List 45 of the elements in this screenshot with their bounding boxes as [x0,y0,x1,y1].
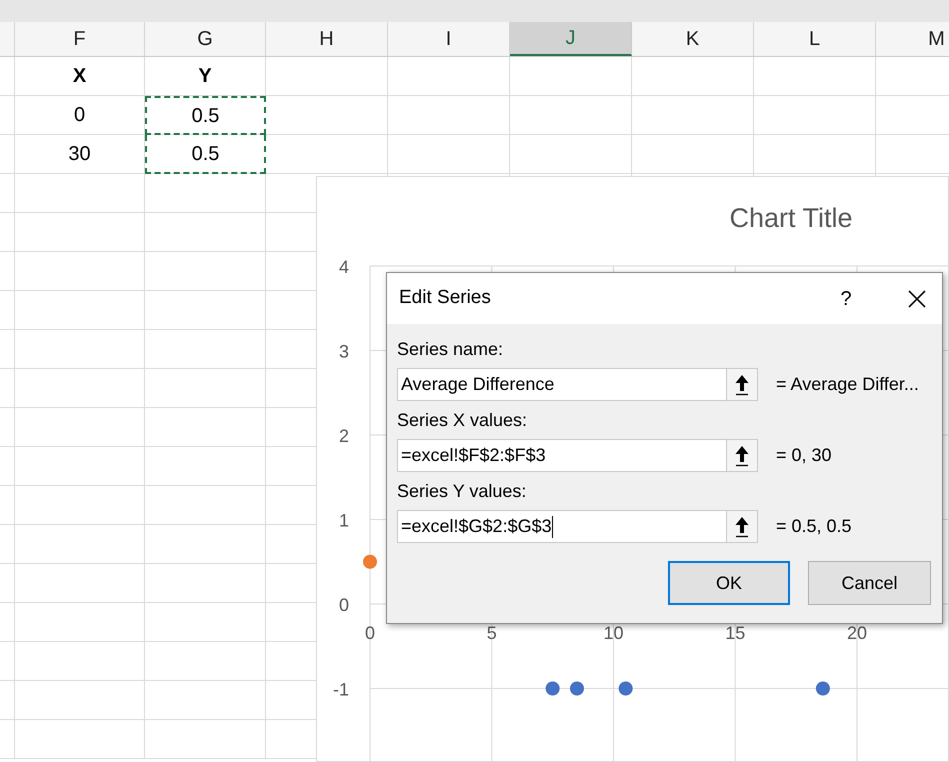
table-cell: 0.5 [145,135,266,174]
arrow-up-icon [734,516,750,538]
axis-tick-label: 10 [603,623,624,643]
table-cell: 0.5 [145,96,266,135]
axis-tick-label: 15 [725,623,746,643]
column-header[interactable]: H [266,22,388,56]
input-field[interactable]: =excel!$G$2:$G$3 [397,510,727,543]
chart-title: Chart Title [729,203,853,233]
arrow-up-icon [734,374,750,396]
axis-tick-label: 0 [365,623,375,643]
value-preview: = 0, 30 [776,444,832,467]
axis-tick-label: -1 [332,680,349,700]
table-cell: X [15,57,145,95]
close-icon[interactable] [908,290,926,308]
dialog-title: Edit Series [399,286,492,310]
field-label: Series Y values: [397,480,528,503]
axis-tick-label: 20 [846,623,868,643]
dialog-button[interactable]: OK [668,561,790,605]
axis-tick-label: 3 [338,342,349,362]
column-header[interactable]: L [754,22,876,56]
help-button[interactable]: ? [826,284,866,314]
axis-tick-label: 1 [338,510,349,530]
column-header[interactable]: F [15,22,145,56]
table-cell: Y [145,57,266,95]
axis-tick-label: 4 [338,257,349,277]
field-label: Series X values: [397,409,528,432]
value-preview: = Average Differ... [776,373,919,396]
axis-tick-label: 5 [486,623,497,643]
dialog-button[interactable]: Cancel [808,561,931,605]
table-cell: 0 [15,96,145,134]
column-header[interactable]: J [510,22,632,56]
arrow-up-icon [734,444,750,466]
axis-tick-label: 2 [338,426,349,446]
axis-tick-label: 0 [338,595,349,615]
input-field[interactable]: Average Difference [397,368,727,401]
collapse-button[interactable] [727,510,758,543]
input-field[interactable]: =excel!$F$2:$F$3 [397,439,727,472]
collapse-button[interactable] [727,368,758,401]
column-header[interactable]: M [876,22,949,56]
field-label: Series name: [397,338,504,361]
collapse-button[interactable] [727,439,758,472]
table-cell: 30 [15,135,145,173]
column-header[interactable]: K [632,22,754,56]
column-header[interactable]: G [145,22,266,56]
value-preview: = 0.5, 0.5 [776,515,852,538]
